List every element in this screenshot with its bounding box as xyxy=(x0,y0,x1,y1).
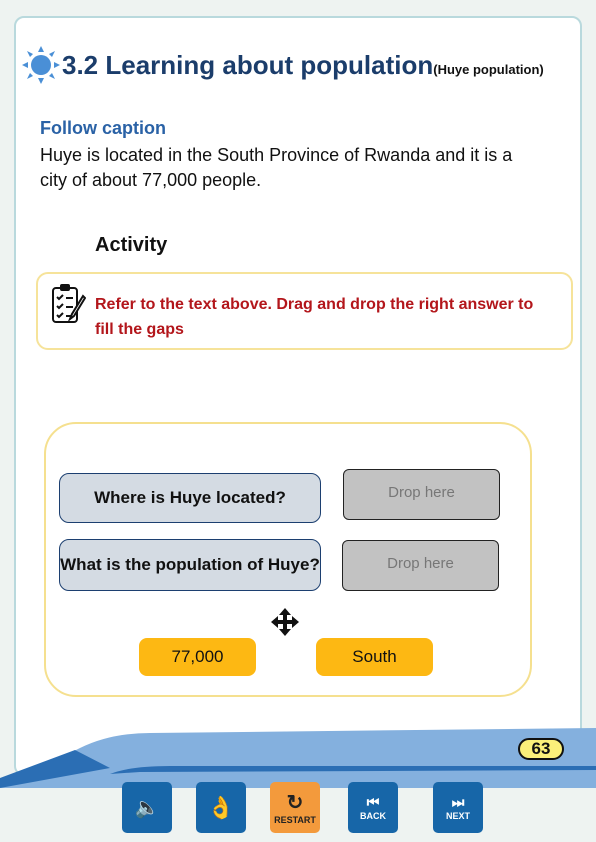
restart-icon: ↻ xyxy=(286,792,304,814)
page-title: 3.2 Learning about population (Huye popu… xyxy=(20,44,544,86)
title-text: 3.2 Learning about population xyxy=(62,49,434,80)
answer-chip-77000[interactable]: 77,000 xyxy=(139,638,256,676)
drop-zone-location[interactable]: Drop here xyxy=(343,469,500,520)
caption-text: Huye is located in the South Province of… xyxy=(40,145,513,190)
page-number: 63 xyxy=(518,738,564,760)
next-label: NEXT xyxy=(445,811,470,821)
restart-button[interactable]: ↻ RESTART xyxy=(270,782,320,833)
audio-button[interactable]: 🔈 xyxy=(122,782,172,833)
next-button[interactable]: ⏭ NEXT xyxy=(433,782,483,833)
feedback-text: Correct xyxy=(262,366,318,385)
skip-forward-icon: ⏭ xyxy=(451,794,465,810)
instruction-text: Refer to the text above. Drag and drop t… xyxy=(95,296,534,338)
sign-language-button[interactable]: 👌 xyxy=(196,782,246,833)
restart-label: RESTART xyxy=(274,815,316,825)
instruction-box: Refer to the text above. Drag and drop t… xyxy=(36,272,573,350)
answer-chip-south[interactable]: South xyxy=(316,638,433,676)
footer-band xyxy=(0,728,596,788)
sign-language-icon: 👌 xyxy=(207,794,235,820)
sun-icon xyxy=(22,46,60,84)
back-label: BACK xyxy=(360,811,386,821)
title-subtitle: (Huye population) xyxy=(433,61,544,77)
question-population: What is the population of Huye? xyxy=(59,539,321,591)
back-button[interactable]: ⏮ BACK xyxy=(348,782,398,833)
activity-heading: Activity xyxy=(95,234,168,256)
speaker-icon: 🔈 xyxy=(134,797,160,819)
question-location: Where is Huye located? xyxy=(59,473,321,523)
caption-heading: Follow caption xyxy=(40,118,166,138)
move-icon xyxy=(271,608,299,636)
skip-back-icon: ⏮ xyxy=(366,794,380,810)
drop-zone-population[interactable]: Drop here xyxy=(342,540,499,591)
checklist-icon xyxy=(52,284,86,323)
